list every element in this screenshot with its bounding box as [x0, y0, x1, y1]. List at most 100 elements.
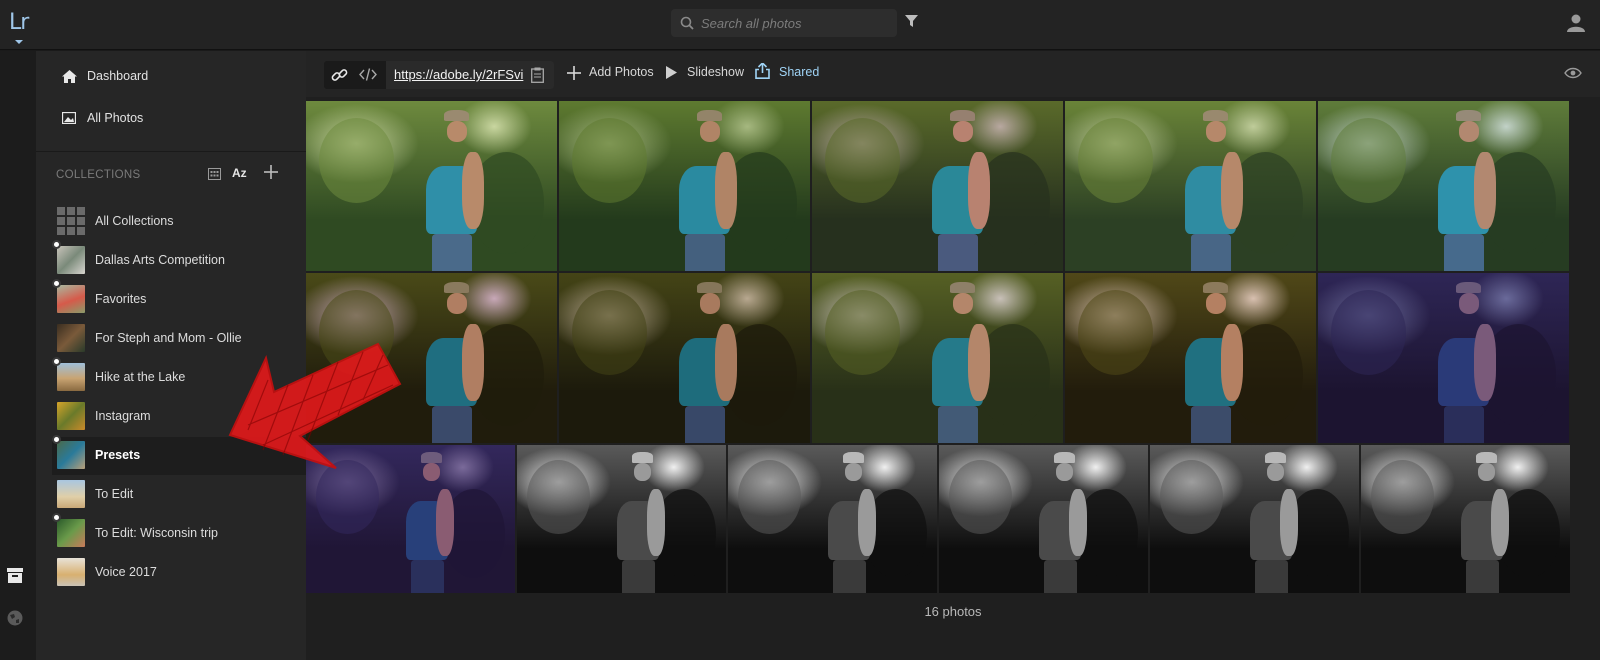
chevron-down-icon[interactable]: [15, 40, 23, 44]
plus-icon: [567, 66, 581, 80]
photo-detail: [1043, 560, 1077, 593]
search-box[interactable]: [671, 9, 897, 37]
photo-thumbnail[interactable]: [812, 273, 1063, 443]
embed-code-icon[interactable]: [359, 67, 377, 82]
collections-grid-icon: [57, 207, 85, 235]
photo-detail: [571, 290, 647, 375]
photo-detail: [697, 281, 723, 294]
link-icon[interactable]: [331, 67, 348, 84]
photo-detail: [684, 233, 725, 271]
photo-thumbnail[interactable]: [939, 445, 1148, 593]
collection-item[interactable]: Voice 2017: [52, 554, 306, 592]
photo-detail: [1490, 489, 1510, 556]
search-input[interactable]: [701, 9, 891, 37]
photo-detail: [1203, 109, 1229, 122]
photo-detail: [832, 560, 866, 593]
photo-detail: [646, 489, 666, 556]
photo-thumbnail[interactable]: [1065, 101, 1316, 271]
photo-detail: [1475, 452, 1497, 463]
photo-detail: [1458, 121, 1479, 142]
photo-thumbnail[interactable]: [1318, 273, 1569, 443]
photo-detail: [1077, 290, 1153, 375]
collection-label: Presets: [95, 448, 141, 462]
photo-detail: [431, 233, 472, 271]
sidebar-item-label: All Photos: [87, 111, 144, 125]
photo-detail: [1330, 118, 1406, 203]
photo-detail: [1371, 459, 1435, 534]
photo-thumbnail[interactable]: [559, 273, 810, 443]
eye-icon[interactable]: [1564, 67, 1582, 79]
photo-detail: [937, 233, 978, 271]
top-bar: Lr: [0, 0, 1600, 50]
photo-detail: [738, 459, 802, 534]
collection-item[interactable]: All Collections: [52, 203, 306, 241]
photo-detail: [1220, 152, 1244, 229]
photo-detail: [1473, 152, 1497, 229]
archive-icon[interactable]: [7, 568, 23, 583]
photo-thumbnail[interactable]: [1065, 273, 1316, 443]
left-rail: [0, 51, 36, 660]
photo-detail: [527, 459, 591, 534]
sort-az-button[interactable]: Az: [232, 166, 247, 180]
add-collection-icon[interactable]: [264, 165, 278, 179]
photo-detail: [1456, 281, 1482, 294]
collections-header: COLLECTIONS: [56, 169, 141, 181]
collection-label: For Steph and Mom - Ollie: [95, 331, 242, 345]
photo-detail: [1264, 452, 1286, 463]
photo-detail: [714, 152, 738, 229]
photo-detail: [1330, 290, 1406, 375]
collection-item[interactable]: Dallas Arts Competition: [52, 240, 306, 280]
photo-thumbnail[interactable]: [306, 101, 557, 271]
photo-detail: [1267, 462, 1284, 481]
photo-thumbnail[interactable]: [1150, 445, 1359, 593]
photo-detail: [461, 324, 485, 401]
share-icon: [755, 63, 770, 79]
globe-icon[interactable]: [7, 610, 23, 626]
photo-detail: [714, 324, 738, 401]
collection-label: Voice 2017: [95, 565, 157, 579]
collection-item[interactable]: Favorites: [52, 279, 306, 319]
photo-detail: [444, 109, 470, 122]
photo-detail: [1160, 459, 1224, 534]
photo-detail: [967, 152, 991, 229]
photo-thumbnail[interactable]: [559, 101, 810, 271]
photo-detail: [420, 452, 442, 463]
photo-detail: [423, 462, 440, 481]
collection-thumbnail: [57, 285, 85, 313]
add-photos-label: Add Photos: [589, 65, 654, 79]
lightroom-logo[interactable]: Lr: [9, 10, 29, 35]
collection-item[interactable]: To Edit: Wisconsin trip: [52, 513, 306, 553]
collection-label: Hike at the Lake: [95, 370, 186, 384]
photo-detail: [952, 293, 973, 314]
photo-detail: [446, 121, 467, 142]
photo-detail: [631, 452, 653, 463]
user-icon[interactable]: [1566, 14, 1586, 32]
shared-label: Shared: [779, 65, 820, 79]
copy-clipboard-icon[interactable]: [531, 67, 544, 83]
photo-detail: [699, 293, 720, 314]
photo-detail: [937, 405, 978, 443]
calendar-sort-icon[interactable]: [208, 167, 221, 180]
photo-detail: [444, 281, 470, 294]
share-url-field[interactable]: https://adobe.ly/2rFSvi: [386, 61, 554, 89]
photo-detail: [1053, 452, 1075, 463]
photo-thumbnail[interactable]: [1318, 101, 1569, 271]
photo-detail: [857, 489, 877, 556]
photo-detail: [952, 121, 973, 142]
collection-item[interactable]: To Edit: [52, 476, 306, 514]
sidebar-item-all-photos[interactable]: All Photos: [36, 98, 306, 138]
share-url[interactable]: https://adobe.ly/2rFSvi: [394, 67, 524, 82]
photo-thumbnail[interactable]: [728, 445, 937, 593]
photo-thumbnail[interactable]: [1361, 445, 1570, 593]
filter-icon[interactable]: [905, 15, 918, 28]
collection-thumbnail: [57, 363, 85, 391]
photo-thumbnail[interactable]: [812, 101, 1063, 271]
sidebar-item-dashboard[interactable]: Dashboard: [36, 56, 306, 96]
shared-globe-icon: [52, 357, 61, 366]
collection-thumbnail: [57, 558, 85, 586]
share-toolbar: https://adobe.ly/2rFSvi Add Photos Slide…: [306, 51, 1600, 97]
photo-thumbnail[interactable]: [517, 445, 726, 593]
photo-detail: [634, 462, 651, 481]
photo-detail: [1279, 489, 1299, 556]
collection-thumbnail: [57, 324, 85, 352]
